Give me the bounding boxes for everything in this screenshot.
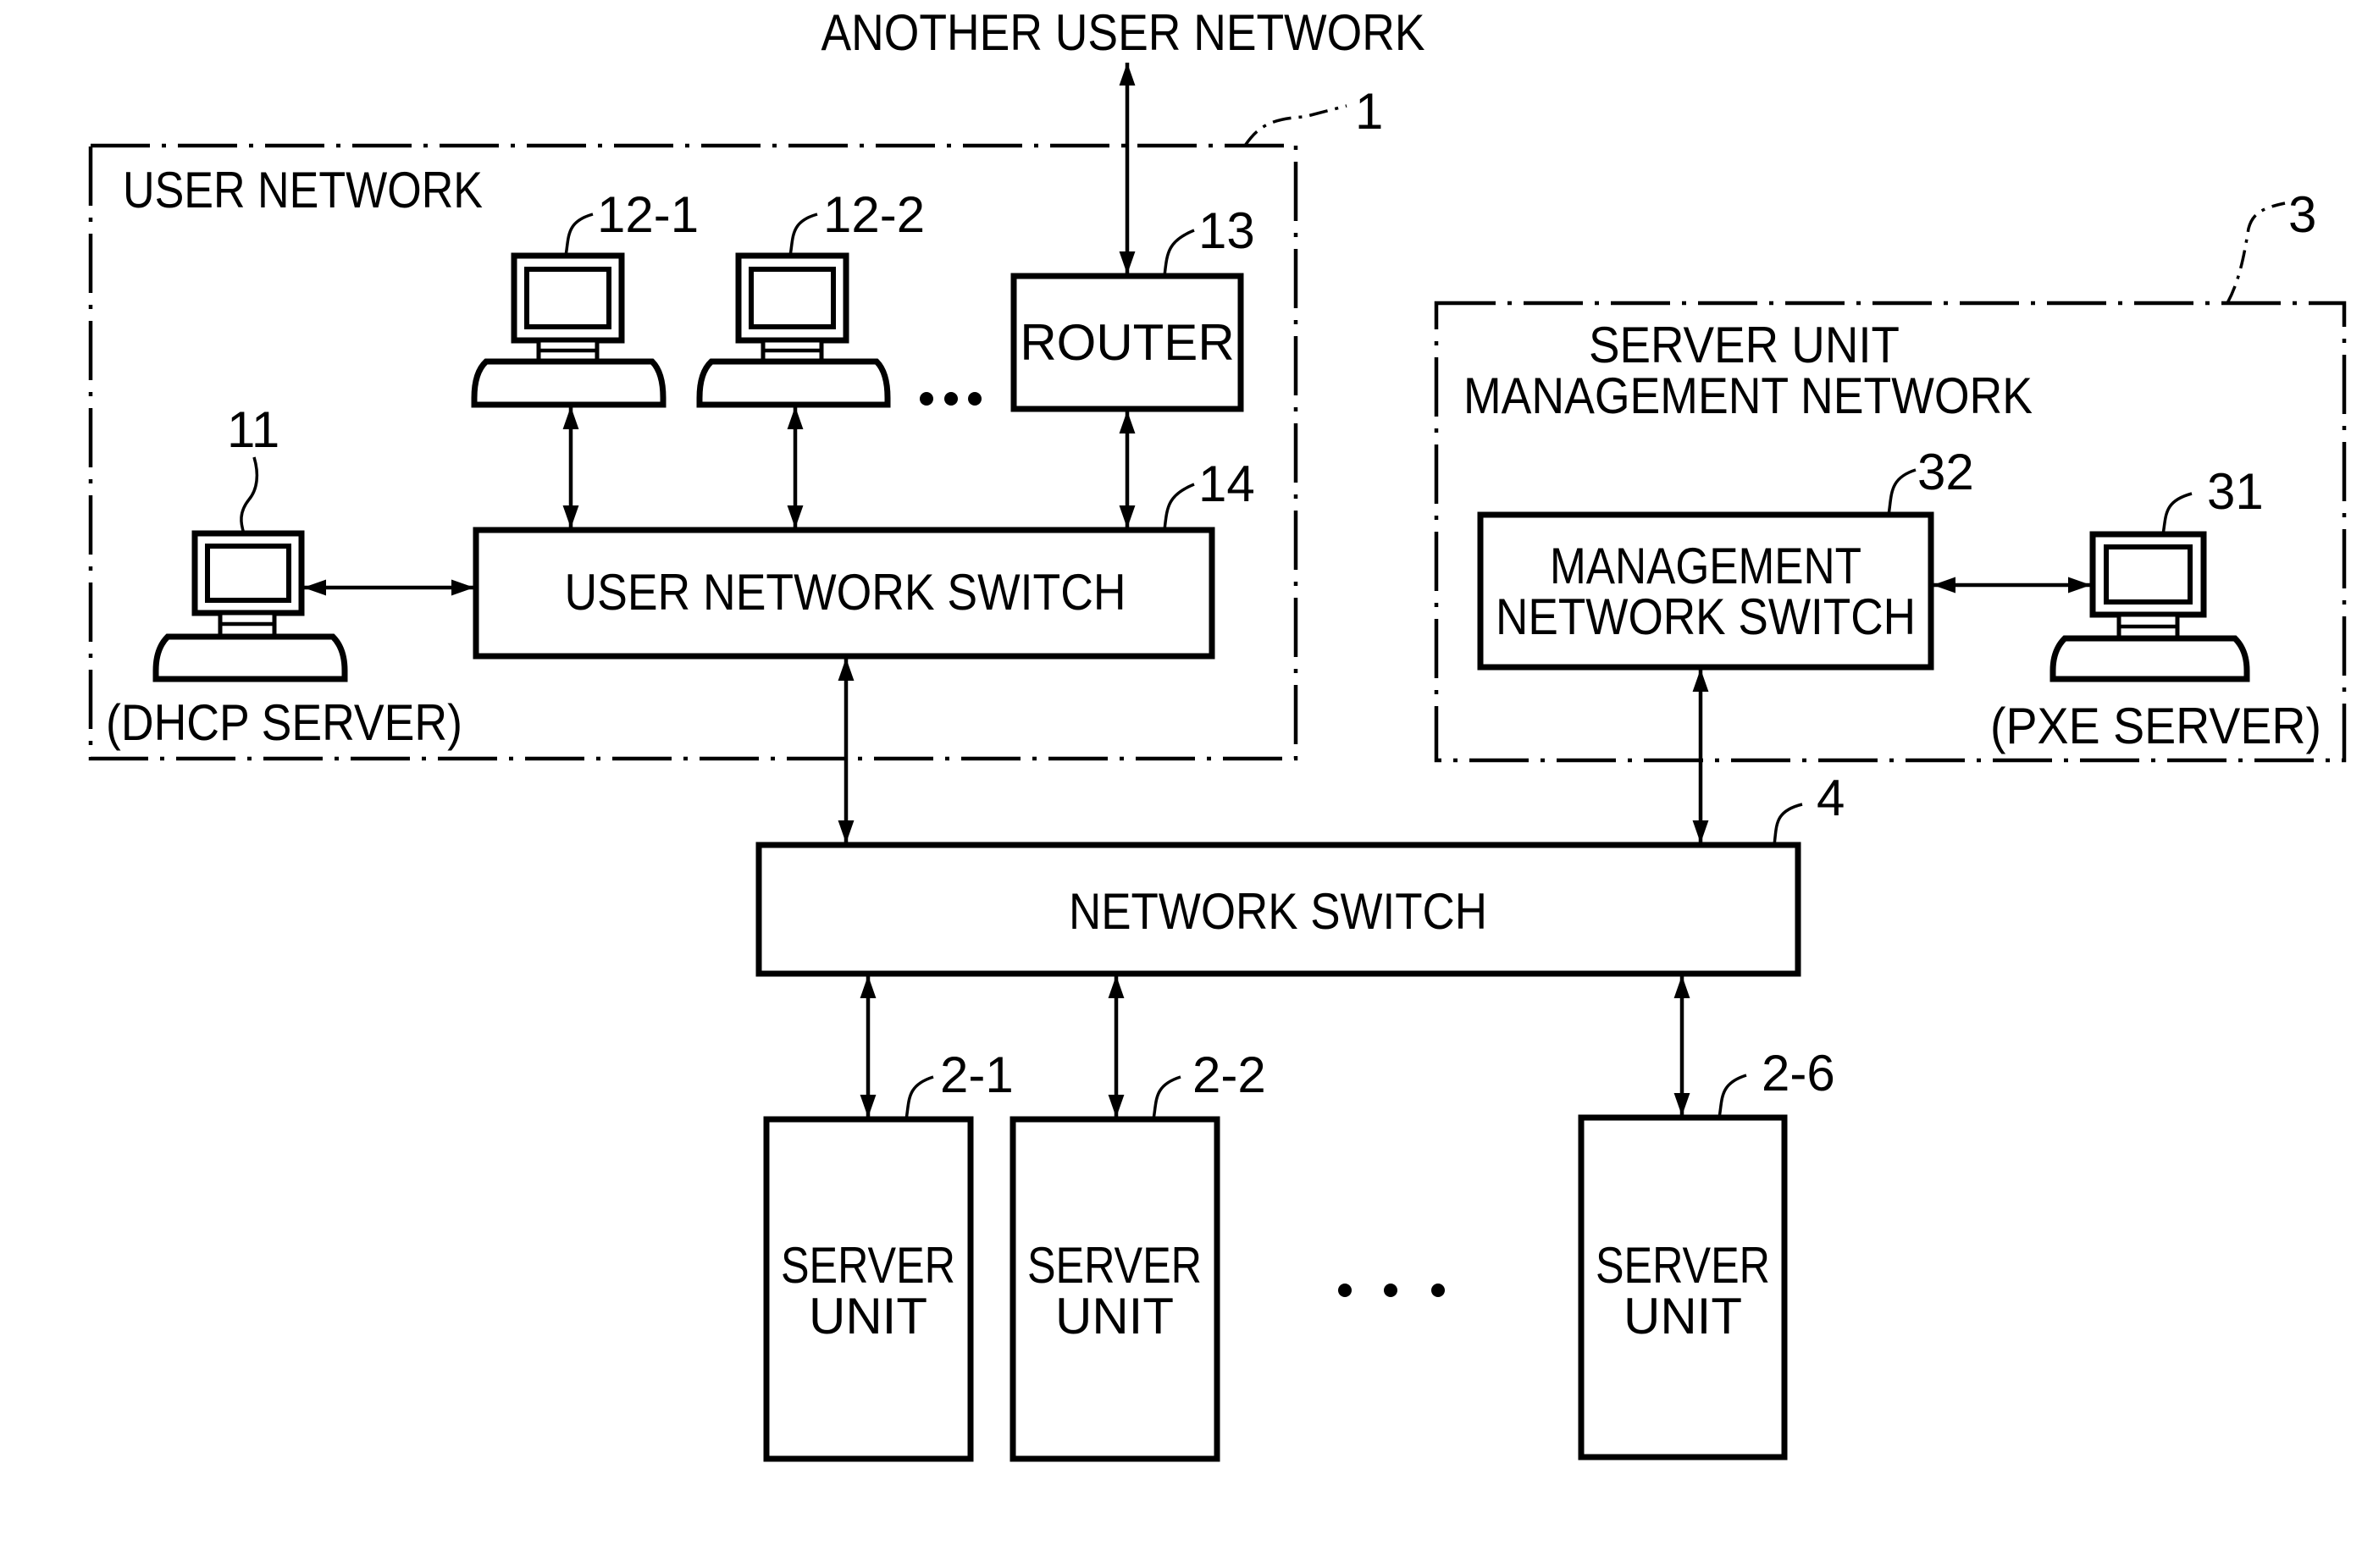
user-network-switch-ref-leader: [1163, 483, 1195, 531]
server-unit-ref: 2-2: [1192, 1046, 1266, 1103]
network-switch-ref-leader: [1773, 803, 1803, 846]
management-switch-label-line1: MANAGEMENT: [1550, 538, 1861, 594]
pxe-caption: (PXE SERVER): [1990, 698, 2321, 754]
another-user-network-label: ANOTHER USER NETWORK: [821, 4, 1425, 61]
server-unit-ref-leader: [1718, 1074, 1747, 1118]
management-switch-ref-leader: [1887, 468, 1917, 516]
user-terminal-ref: 12-2: [823, 186, 925, 243]
pxe-server[interactable]: 31 (PXE SERVER): [1990, 463, 2321, 754]
user-terminal-12-2[interactable]: 12-2: [696, 186, 925, 408]
server-unit-ref: 2-6: [1762, 1045, 1835, 1101]
computer-icon: [2049, 531, 2250, 682]
dhcp-caption: (DHCP SERVER): [106, 694, 462, 751]
user-terminal-ref-leader: [564, 213, 594, 257]
user-network-group: USER NETWORK 1 ROUTER 13 12-1 12-2 11 (D…: [88, 83, 1383, 761]
management-switch-label-line2: NETWORK SWITCH: [1496, 588, 1916, 645]
server-unit-ref: 2-1: [940, 1046, 1014, 1103]
management-network-title-line2: MANAGEMENT NETWORK: [1463, 367, 2033, 424]
server-unit-ref-leader: [1152, 1075, 1181, 1120]
management-network-group: 3 SERVER UNIT MANAGEMENT NETWORK MANAGEM…: [1434, 186, 2347, 763]
user-network-switch[interactable]: USER NETWORK SWITCH 14: [473, 455, 1255, 660]
user-terminal-12-1[interactable]: 12-1: [471, 186, 699, 408]
management-switch-ref: 32: [1917, 444, 1974, 500]
user-network-ref: 1: [1355, 83, 1383, 140]
dhcp-ref-leader: [240, 456, 259, 534]
router-ref-leader: [1163, 229, 1195, 277]
user-network-title: USER NETWORK: [123, 162, 483, 218]
user-network-ref-leader: [1243, 104, 1347, 146]
computer-icon: [696, 252, 891, 408]
server-unit-label-line2: UNIT: [809, 1288, 927, 1344]
dhcp-server[interactable]: 11 (DHCP SERVER): [106, 401, 462, 751]
pxe-ref-leader: [2161, 492, 2193, 535]
server-unit-2-2[interactable]: SERVER UNIT 2-2: [1010, 1046, 1266, 1462]
terminals-ellipsis: [920, 392, 982, 406]
router-ref: 13: [1198, 202, 1255, 259]
management-network-ref-leader: [2226, 202, 2286, 304]
server-unit-2-6[interactable]: SERVER UNIT 2-6: [1578, 1045, 1835, 1460]
user-network-switch-label: USER NETWORK SWITCH: [565, 564, 1126, 621]
server-unit-label-line2: UNIT: [1624, 1288, 1742, 1344]
user-network-switch-ref: 14: [1198, 455, 1255, 512]
server-unit-ref-leader: [904, 1075, 934, 1120]
pxe-ref: 31: [2207, 463, 2264, 520]
server-unit-label-line2: UNIT: [1055, 1288, 1174, 1344]
servers-ellipsis: [1338, 1284, 1445, 1297]
server-unit-label-line1: SERVER: [781, 1237, 955, 1294]
management-network-ref: 3: [2288, 186, 2316, 243]
network-switch-ref: 4: [1817, 770, 1845, 826]
server-unit-label-line1: SERVER: [1596, 1237, 1770, 1294]
network-diagram: ANOTHER USER NETWORK USER NETWORK 1 ROUT…: [88, 4, 2347, 1462]
management-network-title-line1: SERVER UNIT: [1589, 317, 1900, 373]
management-network-switch[interactable]: MANAGEMENT NETWORK SWITCH 32: [1477, 444, 1974, 671]
server-unit-2-1[interactable]: SERVER UNIT 2-1: [763, 1046, 1014, 1462]
user-terminal-ref-leader: [788, 213, 818, 257]
network-switch-label: NETWORK SWITCH: [1069, 883, 1487, 940]
dhcp-ref: 11: [227, 401, 279, 458]
computer-icon: [152, 530, 348, 682]
server-unit-label-line1: SERVER: [1027, 1237, 1202, 1294]
user-terminal-ref: 12-1: [597, 186, 699, 243]
computer-icon: [471, 252, 667, 408]
router[interactable]: ROUTER 13: [1010, 202, 1255, 412]
network-switch[interactable]: NETWORK SWITCH 4: [755, 770, 1845, 977]
router-label: ROUTER: [1020, 314, 1234, 371]
